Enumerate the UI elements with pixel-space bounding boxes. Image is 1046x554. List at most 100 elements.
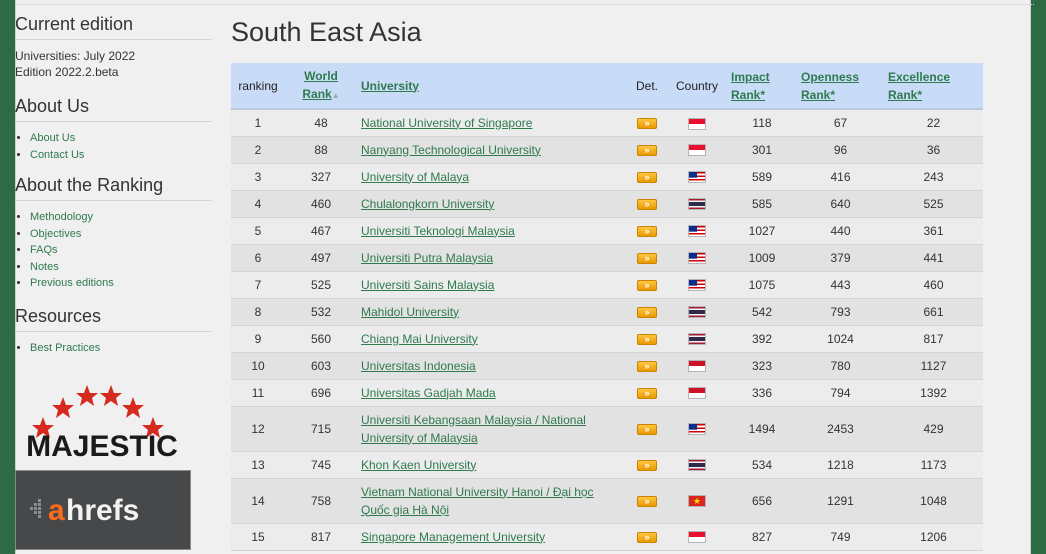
university-link[interactable]: Universiti Kebangsaan Malaysia / Nationa… (361, 413, 586, 445)
excellence-rank-cell: 441 (884, 244, 983, 272)
impact-rank-cell: 534 (727, 451, 797, 479)
university-link[interactable]: Universitas Indonesia (361, 359, 476, 373)
excellence-rank-cell: 661 (884, 298, 983, 326)
faqs-link[interactable]: FAQs (30, 244, 58, 256)
impact-rank-cell: 1009 (727, 244, 797, 272)
university-link[interactable]: Universitas Gadjah Mada (361, 386, 496, 400)
sort-university-link[interactable]: University (361, 79, 419, 93)
det-cell: » (627, 163, 667, 191)
university-link[interactable]: Khon Kaen University (361, 458, 476, 472)
rank-cell: 8 (231, 298, 285, 326)
previous-editions-link[interactable]: Previous editions (30, 277, 114, 289)
details-button[interactable]: » (637, 360, 657, 372)
details-button[interactable]: » (637, 198, 657, 210)
impact-rank-cell: 1027 (727, 217, 797, 245)
edition-version: Edition 2022.2.beta (15, 65, 119, 79)
notes-link[interactable]: Notes (30, 261, 59, 273)
country-flag-icon (688, 144, 706, 157)
openness-rank-cell: 1291 (797, 478, 884, 524)
details-button[interactable]: » (637, 118, 657, 130)
table-row: 6 497 Universiti Putra Malaysia » 1009 379 441 (231, 244, 983, 272)
details-button[interactable]: » (637, 171, 657, 183)
university-link[interactable]: Chulalongkorn University (361, 197, 494, 211)
col-openness-rank[interactable]: Openness Rank* (797, 63, 884, 110)
country-cell (667, 325, 727, 353)
details-button[interactable]: » (637, 144, 657, 156)
excellence-rank-cell: 429 (884, 406, 983, 452)
excellence-rank-cell: 1048 (884, 478, 983, 524)
university-link[interactable]: Nanyang Technological University (361, 143, 541, 157)
details-button[interactable]: » (637, 225, 657, 237)
university-link[interactable]: Mahidol University (361, 305, 459, 319)
table-row: 14 758 Vietnam National University Hanoi /… (231, 478, 983, 524)
university-cell: Universiti Putra Malaysia (357, 244, 627, 272)
country-cell: ★ (667, 478, 727, 524)
university-link[interactable]: National University of Singapore (361, 116, 532, 130)
about-us-list: About Us Contact Us (15, 130, 212, 163)
impact-rank-cell: 118 (727, 109, 797, 137)
details-button[interactable]: » (637, 306, 657, 318)
world-rank-cell: 497 (285, 244, 357, 272)
world-rank-cell: 525 (285, 271, 357, 299)
table-row: 13 745 Khon Kaen University » 534 1218 1173 (231, 451, 983, 479)
col-world-rank[interactable]: World Rank▲ (285, 63, 357, 110)
details-button[interactable]: » (637, 495, 657, 507)
det-cell: » (627, 379, 667, 407)
university-link[interactable]: Universiti Teknologi Malaysia (361, 224, 515, 238)
world-rank-cell: 603 (285, 352, 357, 380)
ranking-table: ranking World Rank▲ University Det. Count… (231, 63, 983, 551)
sort-impact-link[interactable]: Impact Rank* (731, 70, 770, 102)
excellence-rank-cell: 817 (884, 325, 983, 353)
country-flag-icon: ★ (688, 495, 706, 508)
university-link[interactable]: Singapore Management University (361, 530, 545, 544)
majestic-logo[interactable]: MAJESTIC (15, 379, 190, 459)
impact-rank-cell: 585 (727, 190, 797, 218)
university-link[interactable]: Universiti Putra Malaysia (361, 251, 493, 265)
university-link[interactable]: Universiti Sains Malaysia (361, 278, 494, 292)
details-button[interactable]: » (637, 279, 657, 291)
university-link[interactable]: University of Malaya (361, 170, 469, 184)
country-flag-icon (688, 360, 706, 373)
contact-us-link[interactable]: Contact Us (30, 149, 84, 161)
rank-cell: 2 (231, 136, 285, 164)
resources-list: Best Practices (15, 340, 212, 357)
table-row: 5 467 Universiti Teknologi Malaysia » 1027 44… (231, 217, 983, 245)
rank-cell: 3 (231, 163, 285, 191)
ahrefs-logo[interactable]: a hrefs (15, 470, 191, 550)
university-cell: University of Malaya (357, 163, 627, 191)
details-button[interactable]: » (637, 333, 657, 345)
det-cell: » (627, 217, 667, 245)
sort-excellence-link[interactable]: Excellence Rank* (888, 70, 950, 102)
best-practices-link[interactable]: Best Practices (30, 342, 100, 354)
about-ranking-heading: About the Ranking (15, 175, 212, 201)
details-button[interactable]: » (637, 387, 657, 399)
country-flag-icon (688, 459, 706, 472)
details-button[interactable]: » (637, 531, 657, 543)
col-university[interactable]: University (357, 63, 627, 110)
details-button[interactable]: » (637, 423, 657, 435)
university-link[interactable]: Chiang Mai University (361, 332, 478, 346)
impact-rank-cell: 656 (727, 478, 797, 524)
details-button[interactable]: » (637, 252, 657, 264)
university-cell: Nanyang Technological University (357, 136, 627, 164)
ahrefs-mark: a hrefs (30, 494, 139, 527)
objectives-link[interactable]: Objectives (30, 228, 81, 240)
rank-cell: 7 (231, 271, 285, 299)
col-impact-rank[interactable]: Impact Rank* (727, 63, 797, 110)
table-row: 12 715 Universiti Kebangsaan Malaysia / Na… (231, 406, 983, 452)
details-button[interactable]: » (637, 459, 657, 471)
about-us-link[interactable]: About Us (30, 132, 75, 144)
sort-openness-link[interactable]: Openness Rank* (801, 70, 859, 102)
col-excellence-rank[interactable]: Excellence Rank* (884, 63, 983, 110)
country-flag-icon (688, 252, 706, 265)
excellence-rank-cell: 460 (884, 271, 983, 299)
openness-rank-cell: 794 (797, 379, 884, 407)
rank-cell: 12 (231, 406, 285, 452)
university-cell: Universiti Kebangsaan Malaysia / Nationa… (357, 406, 627, 452)
methodology-link[interactable]: Methodology (30, 211, 93, 223)
resources-heading: Resources (15, 306, 212, 332)
university-cell: Chiang Mai University (357, 325, 627, 353)
world-rank-cell: 696 (285, 379, 357, 407)
university-link[interactable]: Vietnam National University Hanoi / Đại … (361, 485, 594, 517)
country-cell (667, 406, 727, 452)
